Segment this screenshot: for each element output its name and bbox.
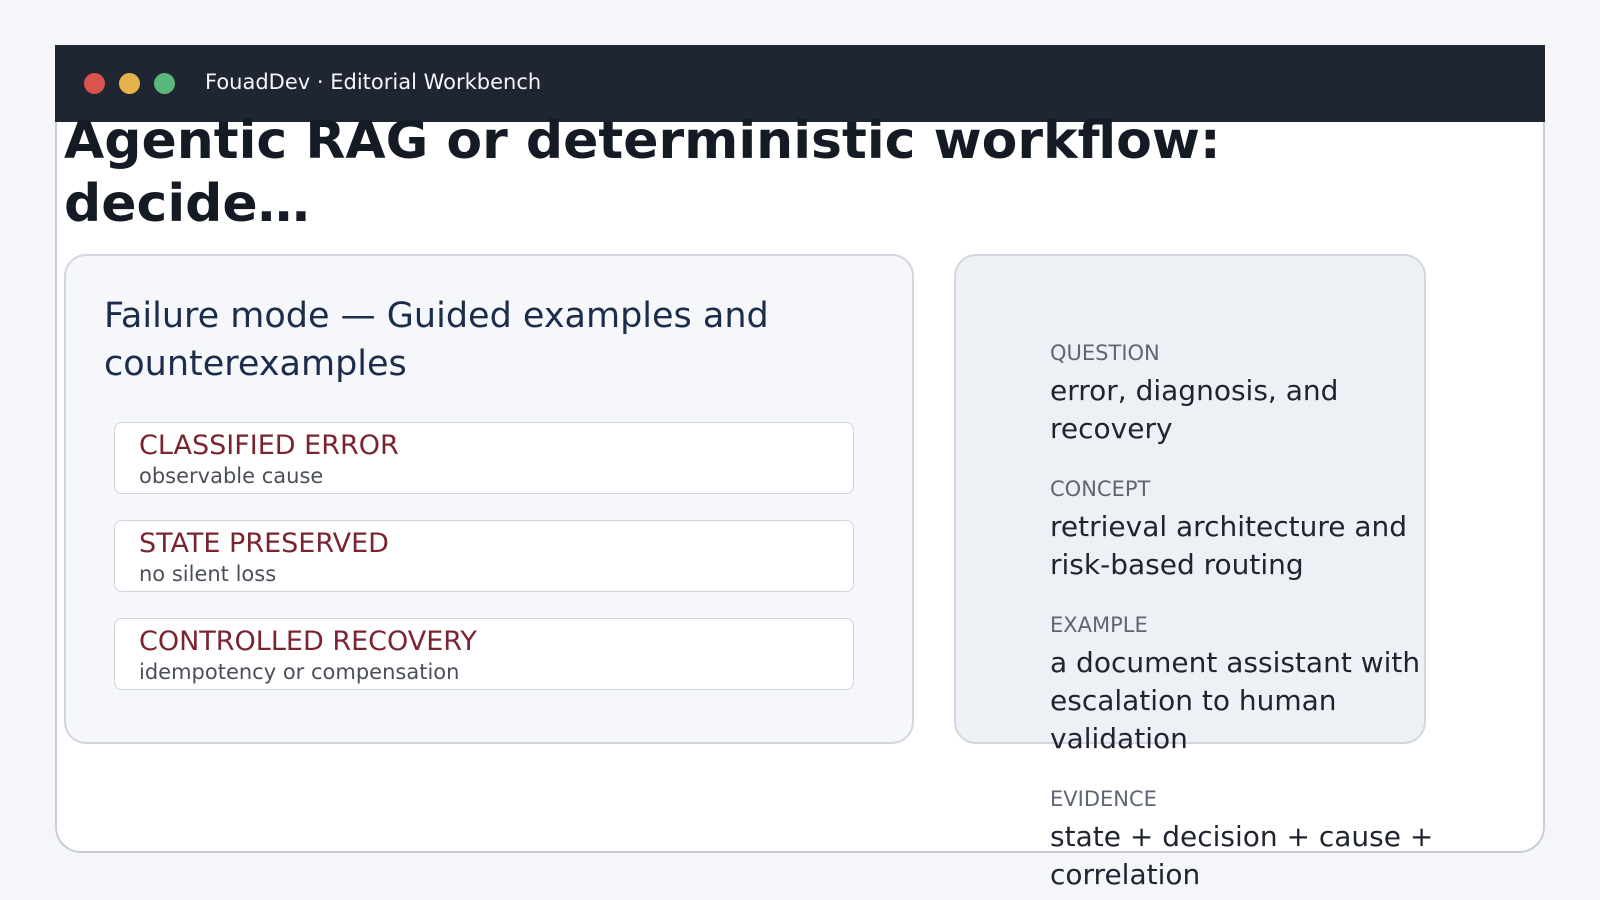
item-label: CLASSIFIED ERROR (139, 430, 399, 461)
item-label: STATE PRESERVED (139, 528, 389, 559)
evidence-value: state + decision + cause + correlation (1050, 820, 1434, 891)
minimize-window-button[interactable] (119, 73, 140, 94)
item-description: observable cause (139, 464, 324, 488)
maximize-window-button[interactable] (154, 73, 175, 94)
card-title: Failure mode — Guided examples and count… (104, 296, 769, 384)
question-label: QUESTION (1050, 341, 1160, 365)
close-window-button[interactable] (84, 73, 105, 94)
item-label: CONTROLLED RECOVERY (139, 626, 477, 657)
list-item-state-preserved: STATE PRESERVED no silent loss (114, 520, 854, 592)
item-description: no silent loss (139, 562, 277, 586)
page-title: Agentic RAG or deterministic workflow: d… (64, 111, 1221, 234)
list-item-classified-error: CLASSIFIED ERROR observable cause (114, 422, 854, 494)
failure-mode-card: Failure mode — Guided examples and count… (64, 254, 914, 744)
question-value: error, diagnosis, and recovery (1050, 374, 1339, 445)
item-description: idempotency or compensation (139, 660, 460, 684)
evidence-label: EVIDENCE (1050, 787, 1157, 811)
concept-value: retrieval architecture and risk-based ro… (1050, 510, 1408, 581)
example-value: a document assistant with escalation to … (1050, 646, 1421, 755)
example-label: EXAMPLE (1050, 613, 1148, 637)
list-item-controlled-recovery: CONTROLLED RECOVERY idempotency or compe… (114, 618, 854, 690)
concept-label: CONCEPT (1050, 477, 1151, 501)
window-title: FouadDev · Editorial Workbench (205, 70, 542, 94)
